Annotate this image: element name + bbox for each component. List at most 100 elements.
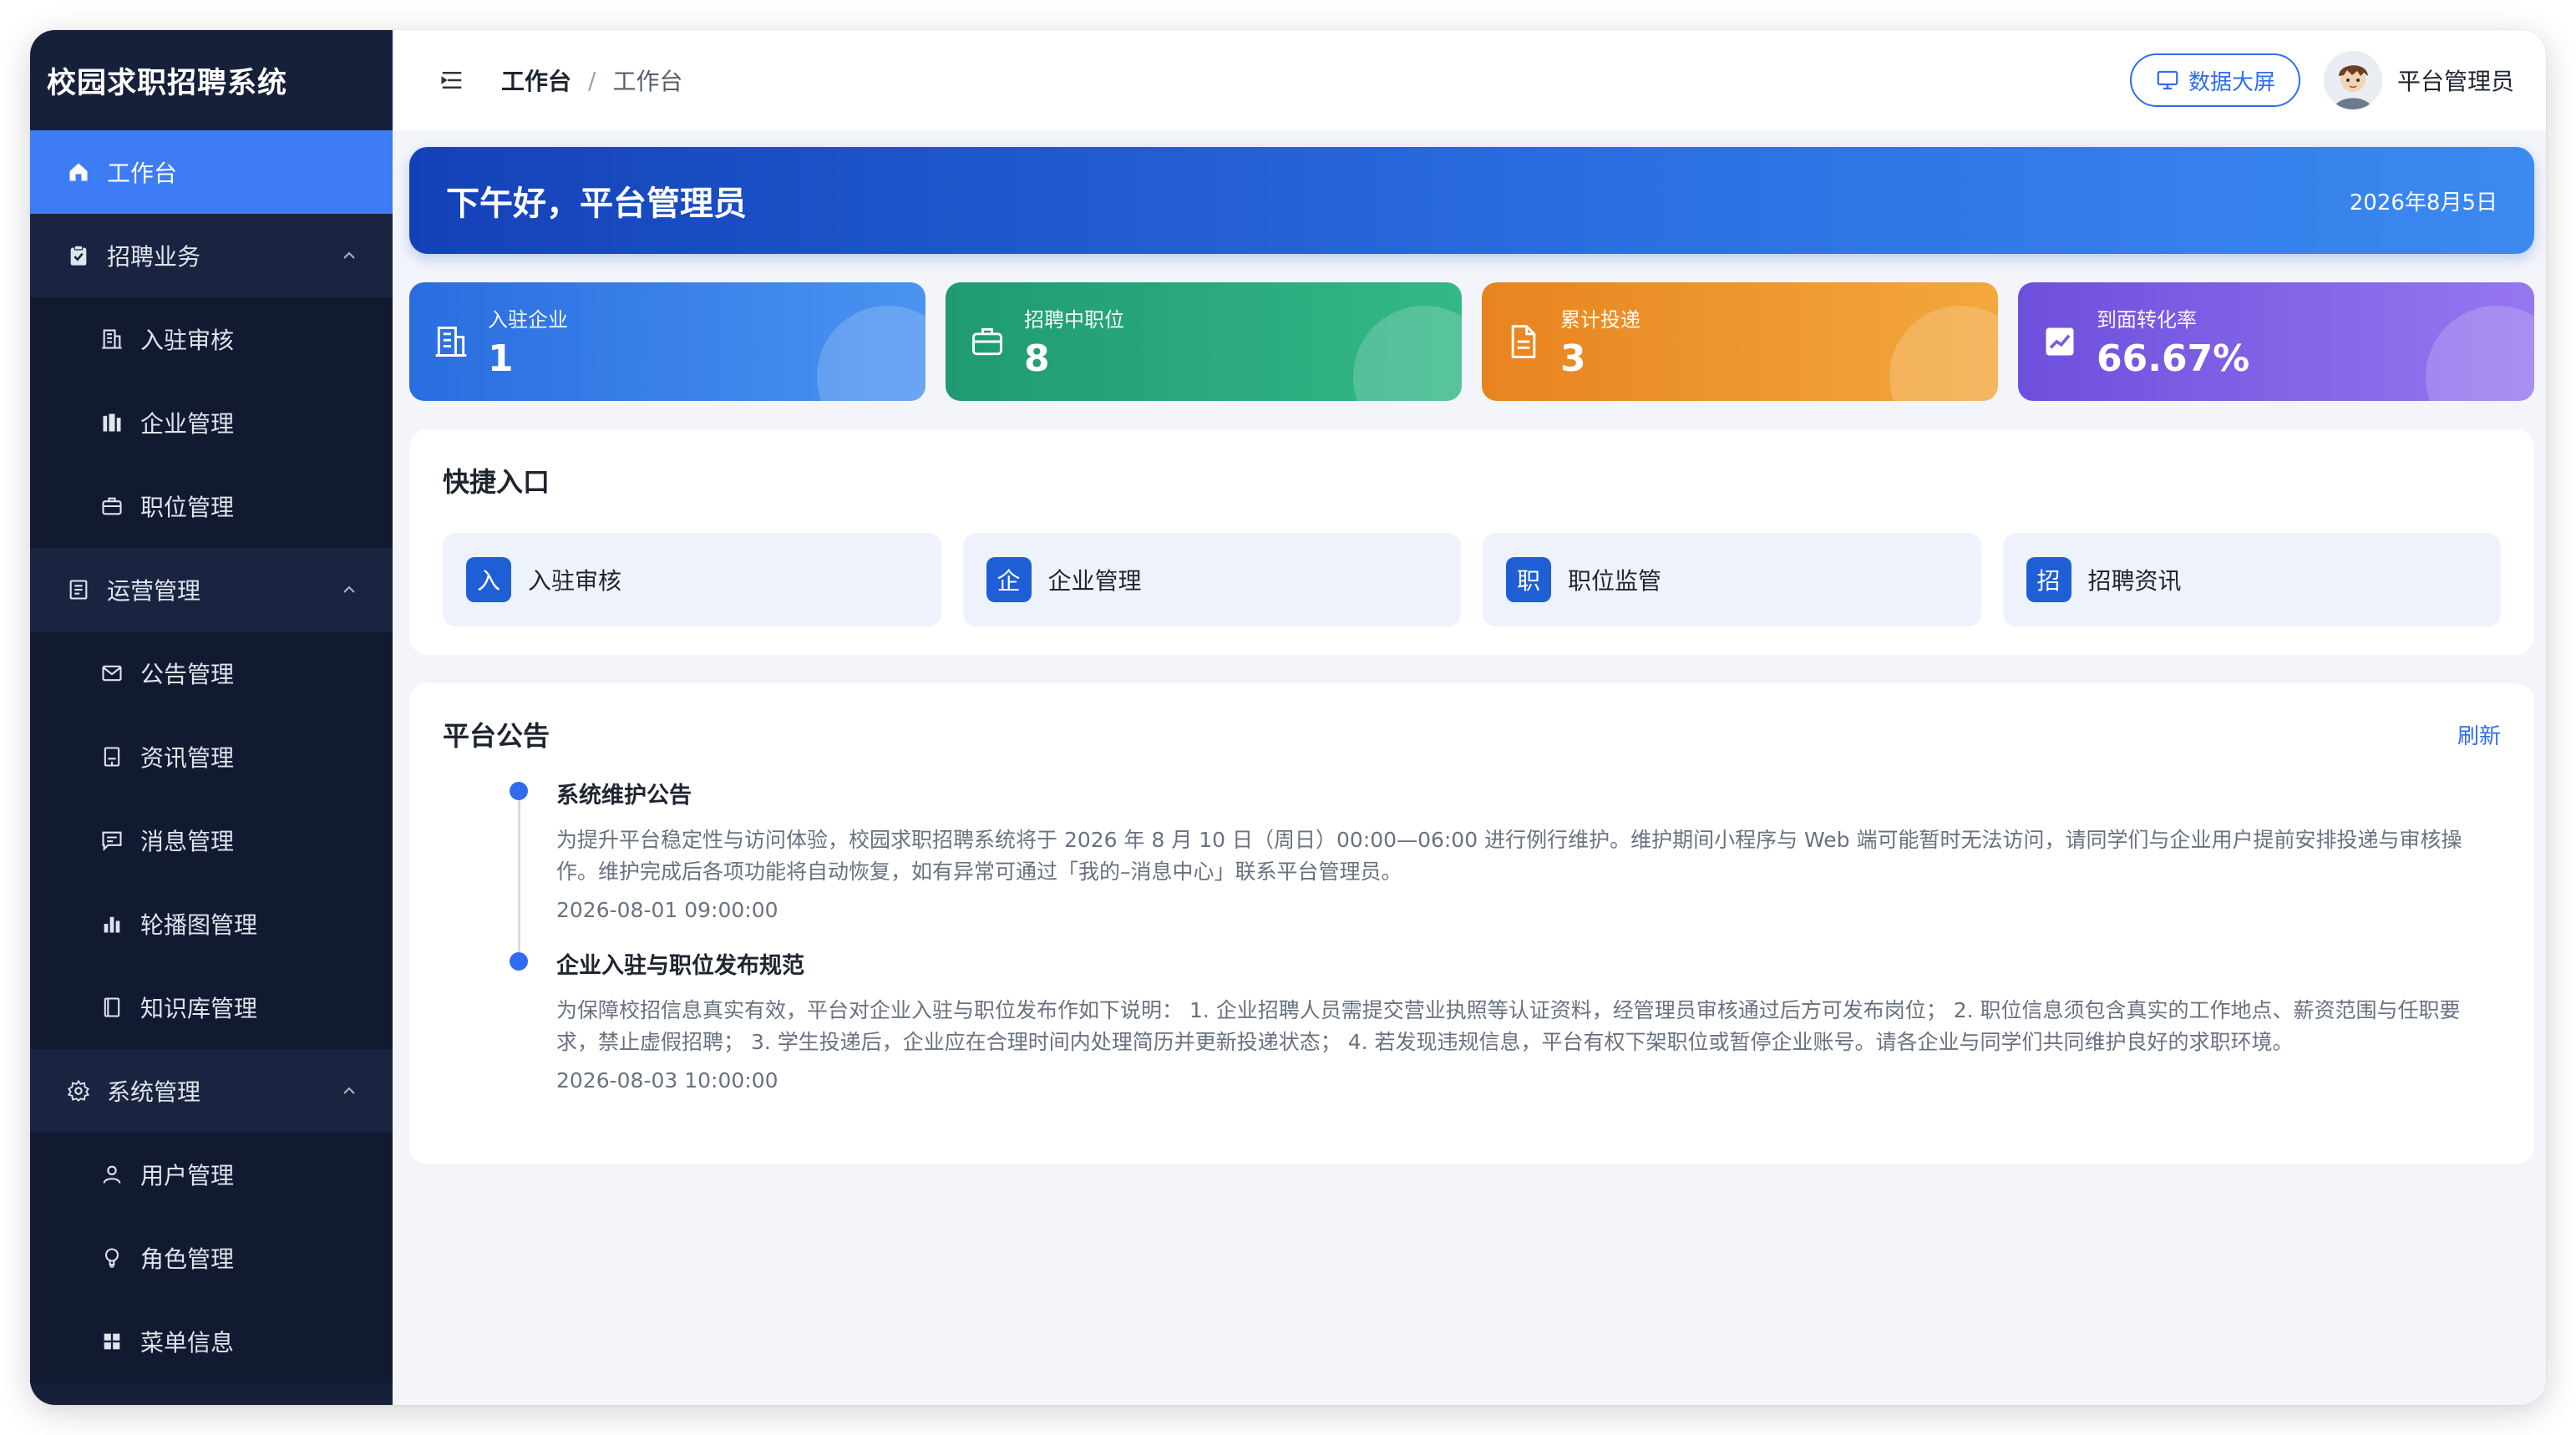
username[interactable]: 平台管理员: [2397, 63, 2514, 97]
announcement-time: 2026-08-03 10:00:00: [556, 1068, 778, 1093]
data-screen-label: 数据大屏: [2188, 69, 2275, 95]
mail-icon: [99, 660, 125, 687]
quick-entry-recruit-news[interactable]: 招 招聘资讯: [2002, 533, 2501, 626]
sidebar-group-system[interactable]: 系统管理: [30, 1049, 393, 1133]
announcements-title: 平台公告: [443, 720, 550, 752]
decor-bubble: [1889, 306, 1998, 401]
menu-toggle-icon[interactable]: [439, 67, 466, 94]
stat-label: 到面转化率: [2097, 308, 2197, 332]
stat-value: 66.67%: [2097, 337, 2250, 380]
sidebar-item-label: 资讯管理: [140, 744, 235, 772]
sidebar-item-label: 职位管理: [140, 494, 235, 521]
announcements-card: 平台公告 刷新 系统维护公告 为提升平台稳定性与访问体验，校园求职招聘系统将于 …: [409, 683, 2534, 1164]
quick-entry-label: 招聘资讯: [2087, 567, 2182, 595]
stat-value: 8: [1024, 337, 1050, 380]
sidebar-item-settle-review[interactable]: 入驻审核: [30, 297, 393, 381]
decor-bubble: [2426, 306, 2534, 401]
chevron-up-icon: [343, 1087, 355, 1094]
sidebar-item-label: 公告管理: [140, 661, 235, 688]
sidebar-item-news[interactable]: 资讯管理: [30, 715, 393, 799]
sidebar-item-label: 企业管理: [140, 410, 235, 438]
document-icon: [1511, 325, 1536, 358]
refresh-link[interactable]: 刷新: [2457, 719, 2501, 750]
timeline-line: [518, 794, 520, 961]
quick-entry-settle-review[interactable]: 入 入驻审核: [443, 533, 941, 626]
sidebar-item-label: 工作台: [107, 160, 178, 187]
stat-card-companies[interactable]: 入驻企业 1: [409, 282, 925, 401]
timeline-dot: [510, 952, 528, 971]
bar-chart-icon: [99, 910, 125, 937]
app-window: 校园求职招聘系统 工作台 招聘业务 入驻审核 企业管理 职位管理 运营管理 公告…: [30, 30, 2546, 1405]
breadcrumb-page: 工作台: [612, 68, 683, 95]
stat-text: 累计投递 3: [1560, 303, 1640, 380]
sidebar-item-dashboard[interactable]: 工作台: [30, 130, 393, 214]
quick-access-grid: 入 入驻审核 企 企业管理 职 职位监管 招 招聘资讯: [443, 533, 2501, 626]
sidebar-item-carousel[interactable]: 轮播图管理: [30, 882, 393, 966]
news-icon: [99, 743, 125, 770]
sidebar-item-label: 消息管理: [140, 828, 235, 855]
stat-label: 招聘中职位: [1024, 308, 1124, 332]
app-title: 校园求职招聘系统: [47, 66, 288, 100]
chevron-up-icon: [343, 586, 355, 593]
announcement-body: 为保障校招信息真实有效，平台对企业入驻与职位发布作如下说明： 1. 企业招聘人员…: [556, 998, 2461, 1054]
quick-entry-company-mgmt[interactable]: 企 企业管理: [962, 533, 1461, 626]
announcement-title: 企业入驻与职位发布规范: [556, 953, 804, 979]
gear-icon: [65, 1078, 92, 1104]
breadcrumb-root[interactable]: 工作台: [501, 63, 571, 97]
welcome-banner: 下午好，平台管理员 2026年8月5日: [409, 147, 2534, 254]
dashboard-content: 下午好，平台管理员 2026年8月5日 入驻企业 1 招聘中职位 8 累计投递 …: [393, 130, 2546, 1405]
sidebar-item-menus[interactable]: 菜单信息: [30, 1300, 393, 1383]
document-list-icon: [65, 576, 92, 603]
office-building-icon: [99, 409, 125, 436]
sidebar-group-recruit[interactable]: 招聘业务: [30, 214, 393, 297]
sidebar-item-announcements[interactable]: 公告管理: [30, 631, 393, 715]
quick-entry-badge: 职: [1506, 557, 1551, 602]
decor-bubble: [817, 306, 925, 401]
sidebar-item-users[interactable]: 用户管理: [30, 1133, 393, 1216]
sidebar-item-job-mgmt[interactable]: 职位管理: [30, 464, 393, 548]
sidebar-item-label: 用户管理: [140, 1162, 235, 1189]
data-screen-button[interactable]: 数据大屏: [2129, 53, 2300, 107]
lightbulb-icon: [99, 1245, 125, 1271]
stat-value: 1: [488, 337, 514, 380]
quick-access-card: 快捷入口 入 入驻审核 企 企业管理 职 职位监管 招 招聘资讯: [409, 429, 2534, 655]
sidebar-item-messages[interactable]: 消息管理: [30, 799, 393, 882]
stat-label: 入驻企业: [488, 308, 568, 332]
sidebar-item-roles[interactable]: 角色管理: [30, 1216, 393, 1300]
building-icon: [435, 327, 467, 357]
stat-text: 入驻企业 1: [488, 303, 568, 380]
sidebar-item-label: 入驻审核: [140, 327, 235, 354]
sidebar-item-label: 运营管理: [107, 577, 201, 605]
quick-entry-badge: 招: [2026, 557, 2071, 602]
sidebar-item-knowledge[interactable]: 知识库管理: [30, 966, 393, 1049]
sidebar-item-label: 系统管理: [107, 1078, 201, 1106]
briefcase-icon: [99, 493, 125, 520]
sidebar-group-operations[interactable]: 运营管理: [30, 548, 393, 631]
book-icon: [99, 994, 125, 1021]
announcement-item[interactable]: 系统维护公告 为提升平台稳定性与访问体验，校园求职招聘系统将于 2026 年 8…: [510, 777, 2501, 922]
stat-card-conversion[interactable]: 到面转化率 66.67%: [2018, 282, 2534, 401]
stat-value: 3: [1560, 337, 1586, 380]
stat-text: 到面转化率 66.67%: [2097, 303, 2249, 380]
avatar[interactable]: [2323, 51, 2382, 109]
grid-icon: [99, 1328, 125, 1355]
announcement-item[interactable]: 企业入驻与职位发布规范 为保障校招信息真实有效，平台对企业入驻与职位发布作如下说…: [510, 947, 2501, 1093]
sidebar-item-label: 角色管理: [140, 1245, 235, 1273]
briefcase-icon: [972, 327, 1002, 356]
quick-entry-badge: 入: [466, 557, 511, 602]
home-icon: [65, 159, 92, 185]
sidebar-item-company-mgmt[interactable]: 企业管理: [30, 381, 393, 464]
announcement-title: 系统维护公告: [556, 783, 692, 809]
announcement-time: 2026-08-01 09:00:00: [556, 898, 778, 922]
quick-entry-label: 职位监管: [1568, 567, 1662, 595]
sidebar-item-label: 知识库管理: [140, 995, 258, 1022]
current-date: 2026年8月5日: [2349, 190, 2497, 216]
stat-card-jobs[interactable]: 招聘中职位 8: [946, 282, 1462, 401]
sidebar: 校园求职招聘系统 工作台 招聘业务 入驻审核 企业管理 职位管理 运营管理 公告…: [30, 30, 393, 1405]
announcement-body: 为提升平台稳定性与访问体验，校园求职招聘系统将于 2026 年 8 月 10 日…: [556, 828, 2462, 884]
stat-card-applications[interactable]: 累计投递 3: [1482, 282, 1998, 401]
announcements-header: 平台公告 刷新: [443, 715, 2501, 753]
quick-entry-job-supervision[interactable]: 职 职位监管: [1483, 533, 1981, 626]
sidebar-item-label: 轮播图管理: [140, 911, 258, 939]
breadcrumb-separator: /: [588, 66, 596, 94]
